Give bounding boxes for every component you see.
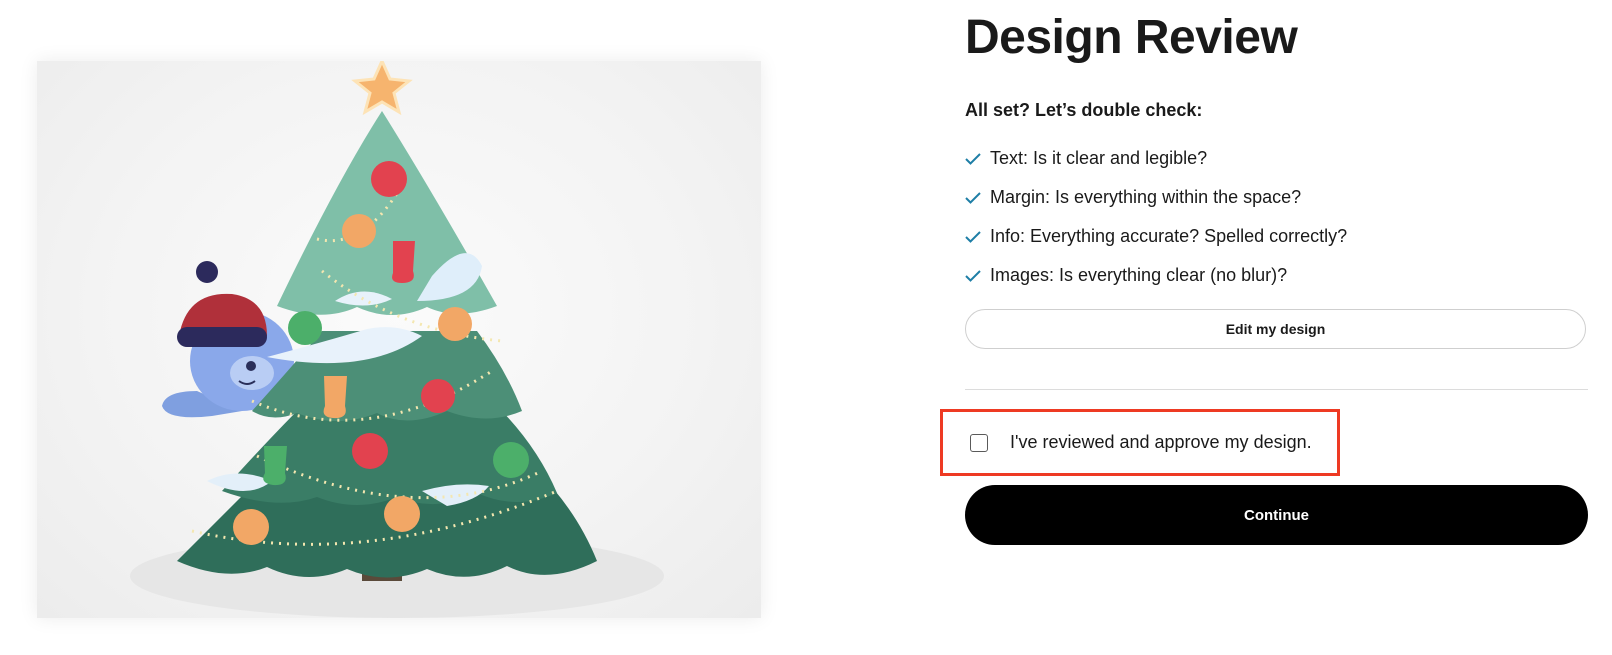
christmas-tree-illustration: [130, 61, 664, 618]
checklist-item: Text: Is it clear and legible?: [965, 139, 1347, 178]
approval-highlight: I've reviewed and approve my design.: [940, 409, 1340, 476]
review-checklist: Text: Is it clear and legible? Margin: I…: [965, 139, 1347, 295]
divider: [965, 389, 1588, 390]
checkmark-icon: [965, 152, 990, 165]
checklist-item-label: Margin: Is everything within the space?: [990, 187, 1302, 207]
edit-design-button[interactable]: Edit my design: [965, 309, 1586, 349]
checklist-item-label: Info: Everything accurate? Spelled corre…: [990, 226, 1348, 246]
page-title: Design Review: [965, 11, 1298, 64]
design-preview: [37, 61, 761, 618]
continue-button[interactable]: Continue: [965, 485, 1588, 545]
checkmark-icon: [965, 230, 990, 243]
star-topper: [351, 61, 413, 116]
checklist-item-label: Images: Is everything clear (no blur)?: [990, 265, 1288, 285]
checkmark-icon: [965, 269, 990, 282]
checklist-heading: All set? Let’s double check:: [965, 100, 1203, 120]
checklist-item: Info: Everything accurate? Spelled corre…: [965, 217, 1347, 256]
approve-checkbox-label[interactable]: I've reviewed and approve my design.: [1010, 432, 1312, 453]
checklist-item-label: Text: Is it clear and legible?: [990, 148, 1208, 168]
approve-checkbox[interactable]: [970, 433, 988, 452]
review-panel: Design Review All set? Let’s double chec…: [940, 0, 1588, 655]
checkmark-icon: [965, 191, 990, 204]
checklist-item: Margin: Is everything within the space?: [965, 178, 1347, 217]
checklist-item: Images: Is everything clear (no blur)?: [965, 256, 1347, 295]
